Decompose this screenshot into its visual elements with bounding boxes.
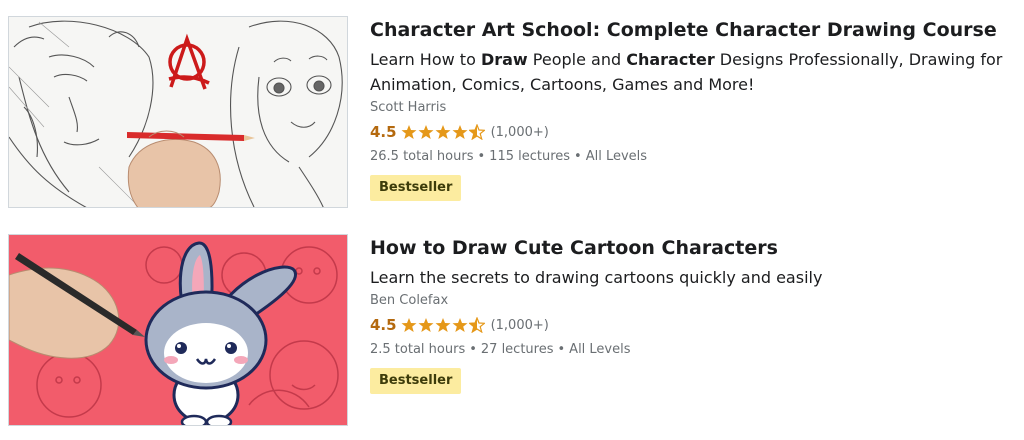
rating-value: 4.5 (370, 316, 397, 334)
course-meta: 2.5 total hours • 27 lectures • All Levels (370, 340, 1018, 360)
rating-value: 4.5 (370, 123, 397, 141)
bestseller-badge: Bestseller (370, 175, 462, 201)
star-icon (418, 318, 434, 332)
total-hours: 26.5 total hours (370, 149, 474, 164)
rating-stars (401, 124, 485, 140)
separator: • (574, 149, 582, 164)
course-title[interactable]: Character Art School: Complete Character… (370, 18, 1018, 42)
course-rating: 4.5 (1,000+) (370, 312, 1018, 338)
course-card-cute-cartoon-characters[interactable]: How to Draw Cute Cartoon Characters Lear… (8, 234, 1018, 426)
cartoon-illustration (9, 235, 347, 425)
course-level: All Levels (585, 149, 648, 164)
course-card-character-art-school[interactable]: Character Art School: Complete Character… (8, 16, 1018, 208)
course-author: Scott Harris (370, 100, 447, 115)
half-star-icon (468, 317, 485, 333)
separator: • (477, 149, 486, 164)
star-icon (401, 125, 417, 139)
course-rating: 4.5 (1,000+) (370, 119, 1018, 145)
star-icon (401, 318, 417, 332)
star-icon (452, 125, 468, 139)
star-icon (435, 125, 451, 139)
course-description: Learn the secrets to drawing cartoons qu… (370, 268, 823, 287)
course-title[interactable]: How to Draw Cute Cartoon Characters (370, 236, 1018, 260)
star-icon (452, 318, 468, 332)
lecture-count: 27 lectures (480, 342, 554, 357)
rating-count: (1,000+) (490, 317, 549, 333)
lecture-count: 115 lectures (489, 149, 571, 164)
half-star-icon (468, 124, 485, 140)
course-description: Learn How to Draw People and Character D… (370, 50, 1003, 94)
course-thumbnail[interactable] (8, 234, 348, 426)
total-hours: 2.5 total hours (370, 342, 466, 357)
separator: • (469, 342, 477, 357)
course-author: Ben Colefax (370, 293, 449, 308)
star-icon (418, 125, 434, 139)
separator: • (557, 342, 566, 357)
bestseller-badge: Bestseller (370, 368, 462, 394)
star-icon (435, 318, 451, 332)
rating-stars (401, 317, 485, 333)
sketch-illustration (9, 17, 347, 207)
rating-count: (1,000+) (490, 124, 549, 140)
course-level: All Levels (569, 342, 631, 357)
course-meta: 26.5 total hours • 115 lectures • All Levels (370, 147, 1018, 167)
course-thumbnail[interactable] (8, 16, 348, 208)
